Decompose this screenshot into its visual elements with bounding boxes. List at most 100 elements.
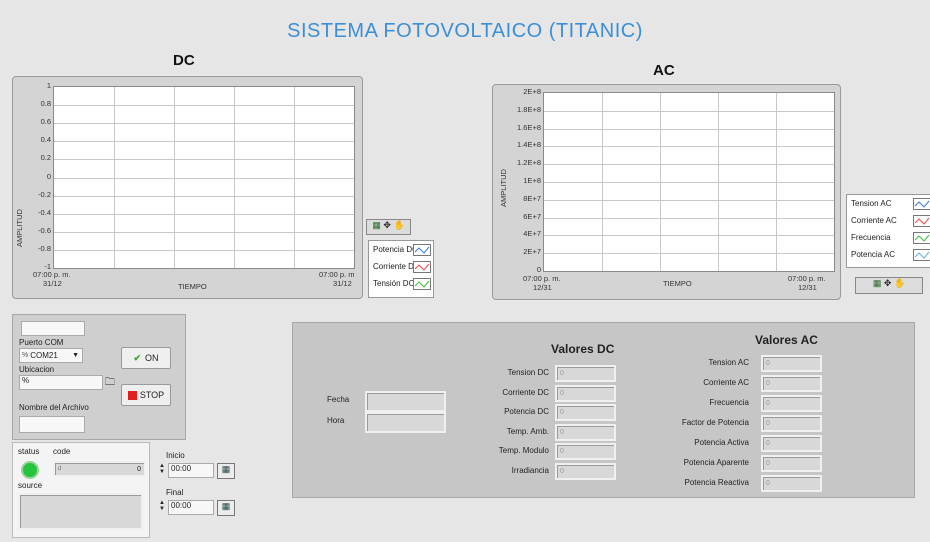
value-indicator: 0: [761, 455, 822, 472]
dc-x-axis-label: TIEMPO: [178, 282, 207, 291]
y-tick-label: -0.8: [38, 243, 51, 253]
legend-item-label: Corriente AC: [851, 216, 897, 225]
value-indicator: 0: [555, 443, 616, 460]
com-port-value: COM21: [30, 351, 58, 360]
pan-icon[interactable]: ✥: [884, 278, 892, 288]
values-panel: Fecha Hora Valores DC Tension DC 0 Corrien…: [292, 322, 915, 498]
ac-plot-legend[interactable]: Tension AC Corriente AC Frecuencia Potencia…: [846, 194, 930, 268]
plot-line-icon[interactable]: [413, 244, 431, 256]
zoom-icon[interactable]: ▦: [873, 278, 882, 288]
page-title: SISTEMA FOTOVOLTAICO (TITANIC): [287, 20, 643, 42]
y-tick-label: -0.2: [38, 189, 51, 199]
stop-button[interactable]: STOP: [121, 384, 171, 406]
value-label: Corriente AC: [703, 378, 749, 387]
value-label: Potencia Aparente: [683, 458, 749, 467]
legend-item-label: Potencia AC: [851, 250, 896, 259]
chevron-down-icon[interactable]: ▼: [72, 352, 79, 359]
legend-item-label: Frecuencia: [851, 233, 891, 242]
legend-item-label: Tension AC: [851, 199, 892, 208]
stop-button-label: STOP: [139, 390, 165, 400]
y-tick-label: 1.4E+8: [517, 140, 541, 150]
dc-graph-palette[interactable]: ▦ ✥ ✋: [366, 219, 411, 235]
value-label: Potencia Activa: [694, 438, 749, 447]
value-label: Tension DC: [507, 368, 549, 377]
com-port-label: Puerto COM: [19, 338, 64, 347]
final-label: Final: [166, 488, 184, 497]
filename-input[interactable]: [19, 416, 85, 433]
fecha-indicator: [365, 391, 446, 412]
plot-line-icon[interactable]: [913, 249, 930, 261]
hora-label: Hora: [327, 416, 345, 425]
error-cluster: status code d 0 source: [12, 442, 150, 538]
plot-line-icon[interactable]: [413, 278, 431, 290]
final-stepper[interactable]: ▲ ▼: [159, 500, 167, 513]
value-indicator: 0: [761, 475, 822, 492]
cursor-icon[interactable]: ✋: [393, 220, 404, 230]
y-tick-label: 2E+8: [523, 87, 541, 96]
value-indicator: 0: [555, 384, 616, 402]
value-label: Temp. Modulo: [498, 446, 549, 455]
inicio-time-input[interactable]: 00:00: [168, 463, 214, 478]
value-label: Potencia DC: [504, 407, 549, 416]
folder-browse-icon[interactable]: 🗀: [103, 375, 117, 388]
plot-line-icon[interactable]: [913, 215, 930, 227]
status-led-icon: [21, 461, 39, 479]
dc-x-start-time: 07:00 p. m.: [33, 270, 71, 279]
source-label: source: [18, 481, 43, 490]
dc-plot-legend[interactable]: Potencia DC Corriente DC Tensión DC: [368, 240, 434, 298]
status-label: status: [18, 447, 40, 456]
y-tick-label: -0.4: [38, 207, 51, 217]
dc-plot-area[interactable]: [53, 86, 355, 269]
fecha-label: Fecha: [327, 395, 350, 404]
plot-line-icon[interactable]: [413, 261, 431, 273]
value-label: Factor de Potencia: [681, 418, 749, 427]
value-indicator: 0: [761, 355, 822, 372]
y-tick-label: 8E+7: [523, 193, 541, 203]
on-button[interactable]: ✔ ON: [121, 347, 171, 369]
value-indicator: 0: [761, 395, 822, 412]
y-tick-label: 1.6E+8: [517, 122, 541, 132]
ac-x-start-time: 07:00 p. m.: [523, 274, 561, 283]
value-indicator: 0: [555, 365, 616, 382]
y-tick-label: 0: [536, 265, 541, 274]
value-label: Irradiancia: [511, 465, 549, 475]
y-tick-label: 1.8E+8: [517, 104, 541, 114]
inicio-calendar-icon[interactable]: ▦: [217, 463, 235, 479]
dc-x-end-date: 31/12: [333, 279, 352, 288]
plot-line-icon[interactable]: [913, 198, 930, 210]
ac-plot-area[interactable]: [543, 92, 835, 272]
y-tick-label: 0.2: [40, 153, 51, 163]
plot-line-icon[interactable]: [913, 232, 930, 244]
pan-icon[interactable]: ✥: [383, 220, 391, 230]
on-button-label: ON: [145, 353, 159, 363]
hora-indicator: [365, 412, 446, 433]
value-label: Temp. Amb.: [506, 426, 549, 436]
ubicacion-path-input[interactable]: %: [19, 375, 103, 390]
final-time-input[interactable]: 00:00: [168, 500, 214, 515]
legend-item-label: Tensión DC: [373, 279, 415, 288]
zoom-icon[interactable]: ▦: [372, 220, 381, 230]
y-tick-label: 0: [46, 171, 51, 181]
inicio-stepper[interactable]: ▲ ▼: [159, 463, 167, 476]
y-tick-label: 0.6: [40, 117, 51, 127]
code-label: code: [53, 447, 71, 456]
y-tick-label: 4E+7: [523, 229, 541, 239]
ac-x-end-date: 12/31: [798, 283, 817, 292]
status-string-indicator: [21, 321, 85, 336]
value-label: Frecuencia: [709, 398, 749, 407]
value-indicator: 0: [761, 415, 822, 432]
ac-graph-palette[interactable]: ▦ ✥ ✋: [855, 277, 923, 294]
legend-item-label: Potencia DC: [373, 245, 418, 254]
dc-values-title: Valores DC: [551, 342, 615, 356]
value-label: Tension AC: [708, 358, 749, 367]
y-tick-label: 2E+7: [523, 247, 541, 257]
com-port-select[interactable]: % COM21 ▼: [19, 348, 83, 363]
ac-x-axis-label: TIEMPO: [663, 279, 692, 288]
final-calendar-icon[interactable]: ▦: [217, 500, 235, 516]
code-indicator: d 0: [53, 461, 146, 477]
cursor-icon[interactable]: ✋: [894, 278, 905, 288]
ac-x-start-date: 12/31: [533, 283, 552, 292]
ac-graph: AMPLITUD 2E+8 1.8E+8 1.6E+8 1.4E+8 1.2E+8 1E+…: [492, 84, 841, 300]
inicio-label: Inicio: [166, 451, 185, 460]
dc-x-start-date: 31/12: [43, 279, 62, 288]
